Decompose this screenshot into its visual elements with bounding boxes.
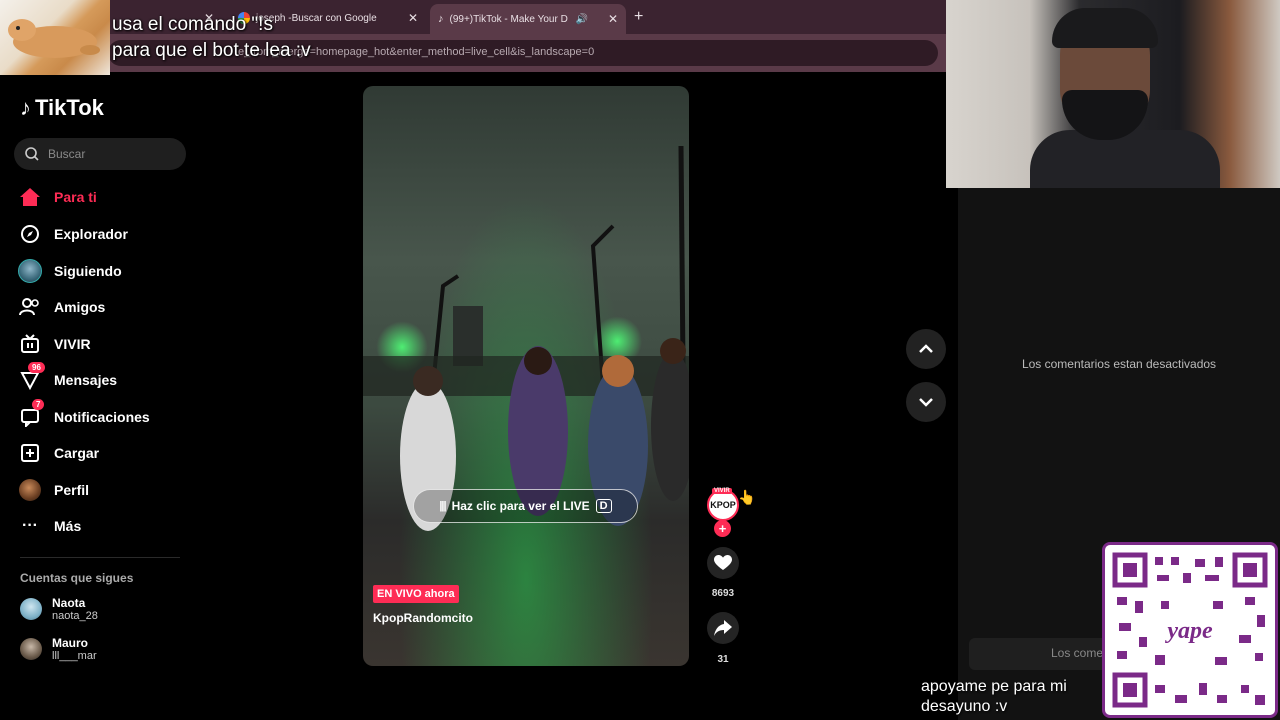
yape-qr-code: yape — [1102, 542, 1278, 718]
sidebar-item-vivir[interactable]: VIVIR — [18, 329, 188, 359]
following-section-title: Cuentas que sigues — [20, 571, 134, 585]
cat-overlay-image — [0, 0, 110, 75]
account-name: Naota — [52, 596, 86, 610]
heart-icon — [714, 555, 732, 570]
like-count: 8693 — [711, 588, 735, 599]
tab-title: joseph -Buscar con Google — [256, 12, 377, 24]
search-icon — [25, 147, 39, 161]
account-handle: naota_28 — [52, 610, 98, 622]
webcam-person-body — [1030, 130, 1220, 188]
sidebar-item-amigos[interactable]: Amigos — [18, 292, 188, 322]
share-button[interactable] — [707, 612, 739, 644]
share-icon — [714, 620, 732, 636]
mouse-cursor-icon: 👆 — [738, 489, 756, 505]
more-icon: ··· — [22, 517, 38, 534]
account-name: Mauro — [52, 636, 88, 650]
overlay-text-line-2: para que el bot te lea :v — [112, 40, 311, 61]
live-video-player[interactable] — [363, 86, 689, 666]
avatar — [20, 598, 42, 620]
close-tab-icon[interactable]: ✕ — [408, 11, 418, 25]
notifications-badge: 7 — [32, 399, 45, 410]
sidebar-item-label: Explorador — [54, 226, 128, 242]
chevron-up-icon — [919, 344, 933, 353]
tiktok-favicon-icon: ♪ — [438, 13, 444, 25]
live-now-badge: EN VIVO ahora — [373, 585, 459, 603]
speaker-icon[interactable]: 🔊 — [576, 14, 588, 25]
live-bars-icon: ||| — [439, 500, 446, 512]
svg-text:yape: yape — [1164, 618, 1213, 644]
avatar — [20, 638, 42, 660]
webcam-person-hair — [1052, 8, 1158, 48]
comments-disabled-message: Los comentarios estan desactivados — [1021, 357, 1217, 371]
donation-line-2: desayuno :v — [921, 698, 1008, 715]
live-username[interactable]: KpopRandomcito — [373, 611, 473, 625]
creator-avatar[interactable]: VIVIR KPOP — [707, 488, 739, 521]
notifications-icon: 7 — [18, 399, 45, 429]
chevron-down-icon — [919, 398, 933, 407]
donation-line-1: apoyame pe para mi — [921, 678, 1067, 695]
compass-icon — [18, 222, 42, 246]
sidebar-item-label: Amigos — [54, 299, 106, 315]
browser-tab-tiktok[interactable]: ♪ (99+)TikTok - Make Your D 🔊 ✕ — [430, 4, 626, 34]
new-tab-button[interactable]: + — [634, 8, 643, 26]
sidebar-item-label: Más — [54, 518, 82, 534]
close-tab-icon[interactable]: ✕ — [608, 12, 618, 26]
account-handle: lll___mar — [52, 650, 97, 662]
avatar-icon — [18, 259, 42, 283]
upload-icon — [18, 441, 42, 465]
overlay-text-line-1: usa el comando "!s — [112, 14, 273, 35]
sidebar-divider — [20, 557, 180, 558]
sidebar-item-mensajes[interactable]: 96 Mensajes — [18, 362, 188, 395]
plus-icon: + — [718, 521, 727, 536]
watch-live-button[interactable]: ||| Haz clic para ver el LIVE D — [413, 489, 638, 523]
sidebar-item-notificaciones[interactable]: 7 Notificaciones — [18, 399, 188, 432]
search-box[interactable] — [14, 138, 186, 170]
sidebar-item-perfil[interactable]: Perfil — [18, 475, 188, 505]
tiktok-logo[interactable]: ♪ TikTok — [20, 95, 104, 121]
messages-icon: 96 — [18, 362, 45, 392]
tiktok-note-icon: ♪ — [20, 95, 31, 120]
like-button[interactable] — [707, 547, 739, 579]
sidebar-item-label: Para ti — [54, 189, 97, 205]
sidebar-item-label: VIVIR — [54, 336, 91, 352]
sidebar-item-label: Mensajes — [54, 372, 118, 388]
sidebar-item-siguiendo[interactable]: Siguiendo — [18, 256, 188, 286]
watch-live-label: Haz clic para ver el LIVE — [451, 499, 590, 513]
sidebar-item-label: Cargar — [54, 445, 100, 461]
sidebar-item-label: Siguiendo — [54, 263, 122, 279]
tab-title: (99+)TikTok - Make Your D — [449, 13, 568, 25]
sidebar-item-mas[interactable]: ··· Más — [18, 511, 188, 541]
previous-video-button[interactable] — [906, 329, 946, 369]
next-video-button[interactable] — [906, 382, 946, 422]
avatar-text: KPOP — [710, 500, 736, 510]
donation-message: apoyame pe para mi desayuno :v — [921, 677, 1067, 717]
sidebar-item-label: Notificaciones — [54, 409, 150, 425]
home-icon — [18, 185, 42, 209]
followed-account-mauro[interactable]: Mauro lll___mar — [20, 636, 97, 662]
search-input[interactable] — [48, 147, 168, 161]
logo-text: TikTok — [35, 95, 104, 120]
sidebar-item-cargar[interactable]: Cargar — [18, 438, 188, 468]
keyboard-shortcut-badge: D — [595, 499, 612, 513]
follow-button[interactable]: + — [714, 520, 731, 537]
live-ring-label: VIVIR — [712, 488, 732, 494]
sidebar-item-para-ti[interactable]: Para ti — [18, 182, 188, 212]
share-count: 31 — [717, 654, 729, 665]
friends-icon — [18, 295, 42, 319]
messages-badge: 96 — [28, 362, 45, 373]
profile-icon — [18, 478, 42, 502]
sidebar-item-explorador[interactable]: Explorador — [18, 219, 188, 249]
followed-account-naota[interactable]: Naota naota_28 — [20, 596, 98, 622]
sidebar-item-label: Perfil — [54, 482, 90, 498]
live-tv-icon — [18, 332, 42, 356]
